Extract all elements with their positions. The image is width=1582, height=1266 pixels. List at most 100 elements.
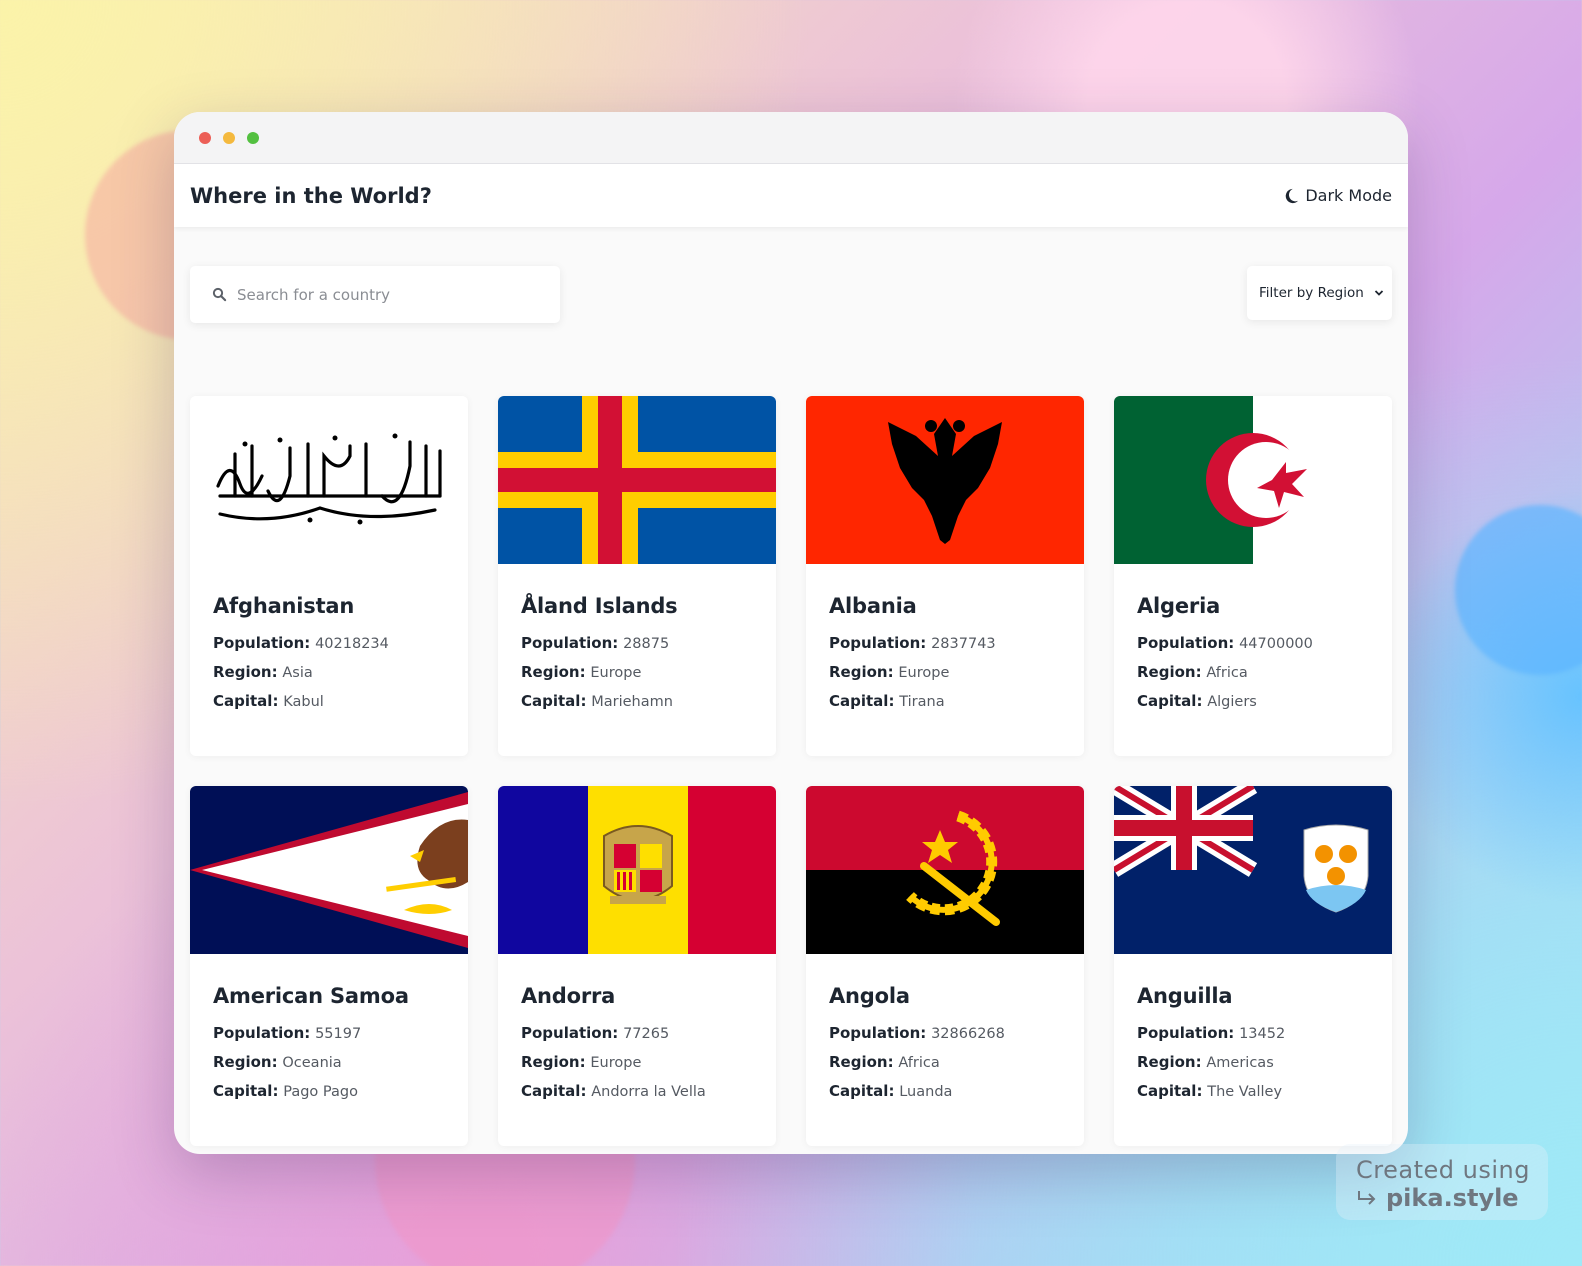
region-label: Region: — [213, 663, 278, 681]
population-line: Population: 13452 — [1137, 1024, 1369, 1042]
region-value: Africa — [898, 1055, 940, 1071]
capital-value: Tirana — [899, 694, 945, 710]
country-card[interactable]: Åland Islands Population: 28875 Region: … — [498, 396, 776, 756]
country-card[interactable]: Angola Population: 32866268 Region: Afri… — [806, 786, 1084, 1146]
country-card[interactable]: Afghanistan Population: 40218234 Region:… — [190, 396, 468, 756]
capital-label: Capital: — [829, 692, 895, 710]
background-blob — [1455, 505, 1582, 675]
capital-line: Capital: Algiers — [1137, 692, 1369, 710]
window-titlebar — [174, 112, 1408, 164]
population-value: 40218234 — [315, 636, 389, 652]
capital-line: Capital: Tirana — [829, 692, 1061, 710]
browser-window: Where in the World? Dark Mode Filter by … — [174, 112, 1408, 1154]
country-card[interactable]: Andorra Population: 77265 Region: Europe… — [498, 786, 776, 1146]
country-name: American Samoa — [213, 984, 409, 1008]
region-line: Region: Americas — [1137, 1053, 1369, 1071]
region-value: Americas — [1206, 1055, 1274, 1071]
region-label: Region: — [829, 663, 894, 681]
capital-label: Capital: — [829, 1082, 895, 1100]
afghanistan-flag — [190, 396, 468, 564]
country-name: Algeria — [1137, 594, 1221, 618]
country-name: Albania — [829, 594, 917, 618]
population-label: Population: — [1137, 1024, 1235, 1042]
moon-icon — [1286, 188, 1299, 203]
country-card[interactable]: Albania Population: 2837743 Region: Euro… — [806, 396, 1084, 756]
population-line: Population: 2837743 — [829, 634, 1061, 652]
region-line: Region: Oceania — [213, 1053, 445, 1071]
capital-line: Capital: Kabul — [213, 692, 445, 710]
capital-line: Capital: Andorra la Vella — [521, 1082, 753, 1100]
country-card[interactable]: Anguilla Population: 13452 Region: Ameri… — [1114, 786, 1392, 1146]
region-label: Region: — [1137, 1053, 1202, 1071]
capital-value: Kabul — [283, 694, 324, 710]
region-value: Europe — [590, 1055, 642, 1071]
region-line: Region: Africa — [1137, 663, 1369, 681]
region-line: Region: Asia — [213, 663, 445, 681]
region-value: Europe — [590, 665, 642, 681]
region-line: Region: Africa — [829, 1053, 1061, 1071]
dark-mode-toggle[interactable]: Dark Mode — [1282, 186, 1392, 205]
region-line: Region: Europe — [521, 663, 753, 681]
aland-islands-flag — [498, 396, 776, 564]
population-label: Population: — [213, 1024, 311, 1042]
region-line: Region: Europe — [829, 663, 1061, 681]
region-label: Region: — [213, 1053, 278, 1071]
population-line: Population: 40218234 — [213, 634, 445, 652]
american-samoa-flag — [190, 786, 468, 954]
region-label: Region: — [829, 1053, 894, 1071]
capital-label: Capital: — [1137, 1082, 1203, 1100]
albania-flag — [806, 396, 1084, 564]
region-value: Europe — [898, 665, 950, 681]
region-filter-label: Filter by Region — [1259, 285, 1364, 301]
country-name: Afghanistan — [213, 594, 355, 618]
population-label: Population: — [213, 634, 311, 652]
population-value: 77265 — [623, 1026, 670, 1042]
capital-label: Capital: — [521, 692, 587, 710]
capital-line: Capital: Luanda — [829, 1082, 1061, 1100]
population-line: Population: 77265 — [521, 1024, 753, 1042]
capital-line: Capital: Pago Pago — [213, 1082, 445, 1100]
country-card[interactable]: American Samoa Population: 55197 Region:… — [190, 786, 468, 1146]
search-box[interactable] — [190, 266, 560, 323]
population-value: 55197 — [315, 1026, 362, 1042]
dark-mode-label: Dark Mode — [1305, 186, 1392, 205]
population-line: Population: 32866268 — [829, 1024, 1061, 1042]
minimize-window-dot[interactable] — [223, 131, 235, 144]
region-filter-select[interactable]: Filter by Region — [1247, 266, 1392, 320]
app-header: Where in the World? Dark Mode — [174, 164, 1408, 227]
algeria-flag — [1114, 396, 1392, 564]
watermark-brand: pika.style — [1386, 1184, 1519, 1212]
country-name: Angola — [829, 984, 910, 1008]
capital-value: Pago Pago — [283, 1084, 358, 1100]
close-window-dot[interactable] — [199, 131, 211, 144]
country-card[interactable]: Algeria Population: 44700000 Region: Afr… — [1114, 396, 1392, 756]
country-name: Åland Islands — [521, 594, 678, 618]
region-value: Africa — [1206, 665, 1248, 681]
watermark-line2: pika.style — [1356, 1184, 1548, 1212]
capital-value: Andorra la Vella — [591, 1084, 706, 1100]
controls-bar: Filter by Region — [174, 227, 1408, 362]
region-label: Region: — [1137, 663, 1202, 681]
capital-value: Mariehamn — [591, 694, 673, 710]
region-line: Region: Europe — [521, 1053, 753, 1071]
maximize-window-dot[interactable] — [247, 131, 259, 144]
population-value: 32866268 — [931, 1026, 1005, 1042]
watermark-line1: Created using — [1356, 1156, 1530, 1184]
search-input[interactable] — [237, 285, 527, 304]
region-value: Asia — [282, 665, 313, 681]
population-label: Population: — [829, 634, 927, 652]
capital-value: Luanda — [899, 1084, 953, 1100]
watermark: Created using pika.style — [1336, 1144, 1548, 1220]
region-label: Region: — [521, 663, 586, 681]
angola-flag — [806, 786, 1084, 954]
population-label: Population: — [521, 634, 619, 652]
app-title: Where in the World? — [190, 183, 432, 208]
capital-value: Algiers — [1207, 694, 1257, 710]
population-value: 28875 — [623, 636, 670, 652]
region-value: Oceania — [282, 1055, 342, 1071]
capital-label: Capital: — [213, 692, 279, 710]
population-line: Population: 44700000 — [1137, 634, 1369, 652]
population-line: Population: 28875 — [521, 634, 753, 652]
andorra-flag — [498, 786, 776, 954]
corner-arrow-icon — [1358, 1191, 1376, 1205]
